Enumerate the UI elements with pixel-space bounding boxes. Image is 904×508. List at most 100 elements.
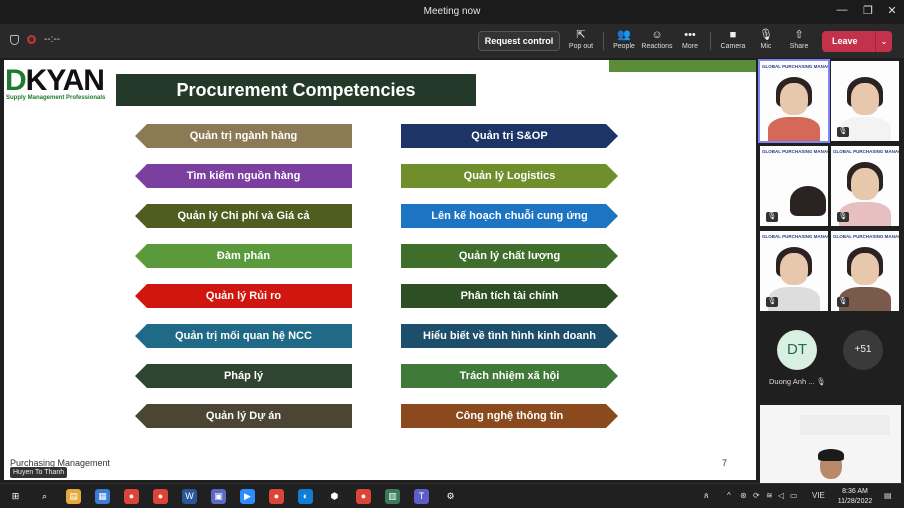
more-label: More xyxy=(682,43,698,50)
participant-tile[interactable]: GLOBAL PURCHASING MANAGEMENT xyxy=(758,59,830,143)
competency-item: Quản lý Logistics xyxy=(401,164,618,188)
tray-app-icon[interactable]: ⊛ xyxy=(740,491,747,500)
participant-tile[interactable]: GLOBAL PURCHASING MANAGEMENT 🎙 xyxy=(760,231,828,311)
logo-tagline: Supply Management Professionals xyxy=(6,95,106,101)
mic-button[interactable]: 🎙 Mic xyxy=(749,28,783,50)
kyan-logo: DKYAN Supply Management Professionals xyxy=(4,60,114,104)
pop-out-label: Pop out xyxy=(568,43,594,50)
participant-tile[interactable]: 🎙 xyxy=(831,61,899,141)
chevron-up-icon[interactable]: ^ xyxy=(727,491,731,500)
leave-button[interactable]: Leave ⌄ xyxy=(822,31,892,52)
person-icon[interactable]: ጰ xyxy=(704,491,709,501)
more-icon: ••• xyxy=(684,29,696,41)
camera-button[interactable]: ■ Camera xyxy=(716,28,750,50)
more-button[interactable]: ••• More xyxy=(673,28,707,50)
mic-off-icon: 🎙 xyxy=(766,297,778,307)
chrome-icon[interactable]: ● xyxy=(356,489,371,504)
edge-icon[interactable]: ◐ xyxy=(298,489,313,504)
competency-item: Phân tích tài chính xyxy=(401,284,618,308)
mic-label: Mic xyxy=(760,43,772,50)
competency-item: Đàm phán xyxy=(135,244,352,268)
volume-icon[interactable]: ◁ xyxy=(778,491,784,500)
participant-tile[interactable]: GLOBAL PURCHASING MANAGEMENT 🎙 xyxy=(760,146,828,226)
wifi-icon[interactable]: ≋ xyxy=(766,491,773,500)
start-icon[interactable]: ⊞ xyxy=(8,489,23,504)
logo-mark: DKYAN xyxy=(5,64,105,97)
zoom-icon[interactable]: ▶ xyxy=(240,489,255,504)
mic-off-icon: 🎙 xyxy=(766,212,778,222)
mic-off-icon: 🎙 xyxy=(837,127,849,137)
mic-off-icon: 🎙 xyxy=(837,212,849,222)
share-icon: ⇧ xyxy=(794,29,804,41)
shared-slide: DKYAN Supply Management Professionals Pr… xyxy=(4,60,756,480)
mic-off-icon: 🎙 xyxy=(816,377,827,386)
tray-app-icon[interactable]: ⟳ xyxy=(753,491,760,500)
competency-item: Pháp lý xyxy=(135,364,352,388)
reactions-icon: ☺ xyxy=(651,29,663,41)
request-control-button[interactable]: Request control xyxy=(478,31,560,51)
reactions-label: Reactions xyxy=(641,43,673,50)
participant-tile[interactable]: GLOBAL PURCHASING MANAGEMENT 🎙 xyxy=(831,146,899,226)
background-whiteboard xyxy=(800,415,890,435)
competency-item: Lên kế hoạch chuỗi cung ứng xyxy=(401,204,618,228)
windows-taskbar: ⊞ ⌕ ▤ ▦ ● ● W ▣ ▶ ● ◐ ⬢ ● ▥ T ⚙ ጰ ^ ⊛ ⟳ ≋ ◁ ▭ VIE 8:36 … xyxy=(0,483,904,508)
self-video-tile[interactable] xyxy=(760,405,901,483)
tile-header: GLOBAL PURCHASING MANAGEMENT xyxy=(762,234,828,239)
share-label: Share xyxy=(789,43,809,50)
people-button[interactable]: 👥 People xyxy=(607,28,641,50)
participant-avatar[interactable]: DT xyxy=(777,330,817,370)
window-titlebar: Meeting now — ❐ ✕ xyxy=(0,0,904,24)
window-title: Meeting now xyxy=(423,6,481,17)
settings-icon[interactable]: ⚙ xyxy=(443,489,458,504)
shield-icon xyxy=(10,34,19,45)
calculator-icon[interactable]: ▥ xyxy=(385,489,400,504)
close-window-button[interactable]: ✕ xyxy=(882,4,902,17)
tile-header: GLOBAL PURCHASING MANAGEMENT xyxy=(833,149,899,154)
participant-name: Duong Anh ... 🎙 xyxy=(769,377,826,386)
participant-tile[interactable]: GLOBAL PURCHASING MANAGEMENT 🎙 xyxy=(831,231,899,311)
slide-title: Procurement Competencies xyxy=(116,74,476,106)
chevron-down-icon[interactable]: ⌄ xyxy=(875,31,892,52)
pop-out-button[interactable]: ⇱ Pop out xyxy=(564,28,598,50)
more-participants-button[interactable]: +51 xyxy=(843,330,883,370)
competency-item: Quản trị ngành hàng xyxy=(135,124,352,148)
reactions-button[interactable]: ☺ Reactions xyxy=(640,28,674,50)
toolbar-divider xyxy=(710,32,711,50)
participant-face xyxy=(780,83,808,115)
app-icon[interactable]: ⬢ xyxy=(327,489,342,504)
battery-icon[interactable]: ▭ xyxy=(790,491,798,500)
search-icon[interactable]: ⌕ xyxy=(37,489,52,504)
clock-date: 11/28/2022 xyxy=(837,498,873,505)
mic-off-icon: 🎙 xyxy=(759,29,773,41)
presenter-name-badge: Huyen To Thanh xyxy=(10,467,68,478)
share-button[interactable]: ⇧ Share xyxy=(782,28,816,50)
chrome-icon[interactable]: ● xyxy=(153,489,168,504)
tile-header: GLOBAL PURCHASING MANAGEMENT xyxy=(762,149,828,154)
taskbar-clock[interactable]: 8:36 AM 11/28/2022 xyxy=(830,487,880,507)
minimize-button[interactable]: — xyxy=(832,4,852,16)
teams-icon[interactable]: T xyxy=(414,489,429,504)
clock-time: 8:36 AM xyxy=(842,488,868,495)
file-explorer-icon[interactable]: ▤ xyxy=(66,489,81,504)
competency-item: Quản lý Rủi ro xyxy=(135,284,352,308)
store-icon[interactable]: ▦ xyxy=(95,489,110,504)
meeting-toolbar: --:-- Request control ⇱ Pop out 👥 People… xyxy=(0,24,904,58)
tile-header: GLOBAL PURCHASING MANAGEMENT xyxy=(833,234,899,239)
teams-icon[interactable]: ▣ xyxy=(211,489,226,504)
notification-icon[interactable]: ▤ xyxy=(884,491,892,500)
maximize-button[interactable]: ❐ xyxy=(858,4,878,17)
participant-body xyxy=(768,117,820,141)
participant-face xyxy=(851,168,879,200)
competency-item: Quản lý Dự án xyxy=(135,404,352,428)
chrome-icon[interactable]: ● xyxy=(124,489,139,504)
chrome-icon[interactable]: ● xyxy=(269,489,284,504)
competency-item: Hiểu biết về tình hình kinh doanh xyxy=(401,324,618,348)
competency-item: Công nghệ thông tin xyxy=(401,404,618,428)
input-language[interactable]: VIE xyxy=(812,491,825,500)
participant-face xyxy=(851,253,879,285)
participant-panel: GLOBAL PURCHASING MANAGEMENT 🎙 GLOBAL PU… xyxy=(757,58,904,483)
word-icon[interactable]: W xyxy=(182,489,197,504)
participant-hair xyxy=(790,186,826,216)
slide-page-number: 7 xyxy=(722,458,728,468)
participant-face xyxy=(780,253,808,285)
